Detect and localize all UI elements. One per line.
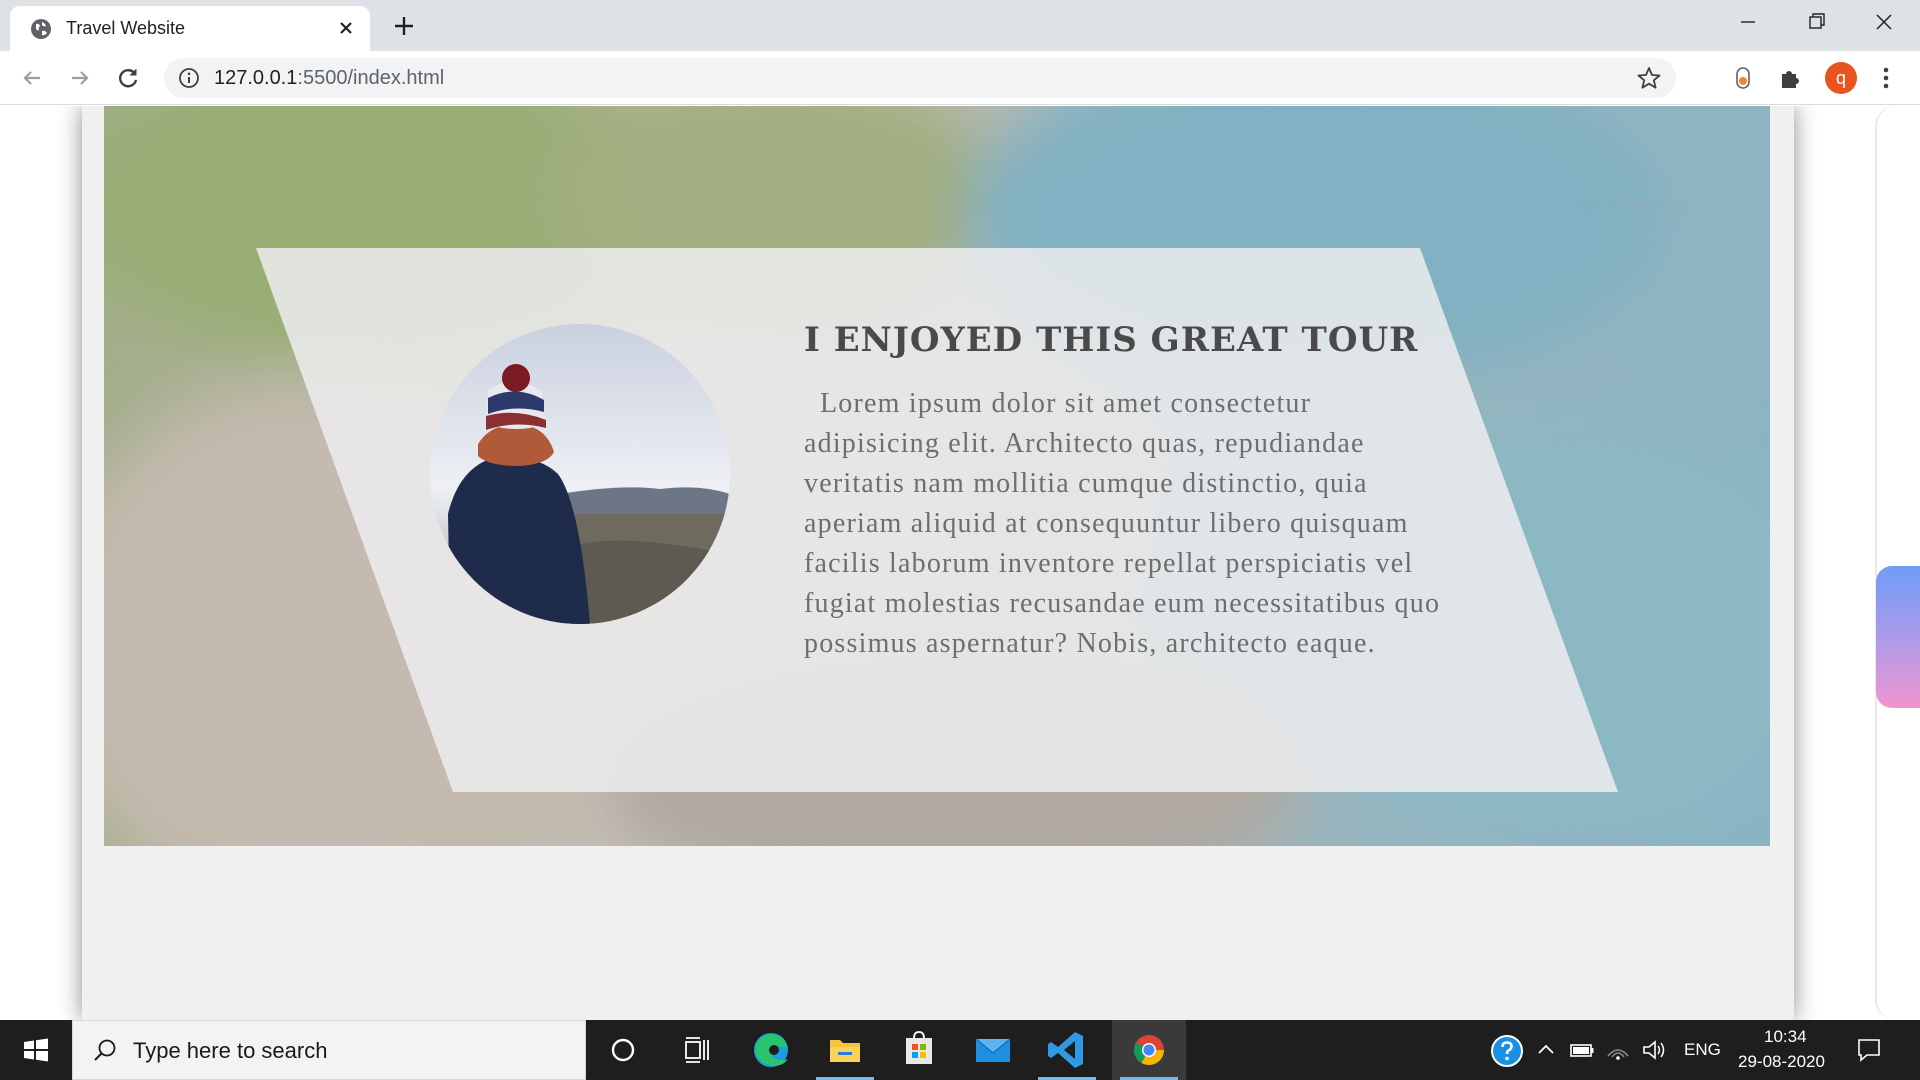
help-icon[interactable]: [1490, 1034, 1524, 1068]
clock-time[interactable]: 10:34: [1764, 1027, 1807, 1047]
strip-label: Full-screen Strip: [1574, 198, 1691, 215]
window-close-icon[interactable]: [1866, 8, 1902, 36]
scrollbar-rail: [1876, 106, 1920, 1020]
back-icon[interactable]: [18, 64, 46, 92]
tab-travel-website[interactable]: Travel Website: [10, 6, 370, 51]
windows-taskbar: Type here to search ENG 10:34 29-08-2020: [0, 1020, 1920, 1080]
file-explorer-button[interactable]: [808, 1020, 882, 1080]
reload-icon[interactable]: [114, 64, 142, 92]
testimonial-title: I ENJOYED THIS GREAT TOUR: [804, 320, 1419, 360]
forward-icon[interactable]: [66, 64, 94, 92]
clock-date[interactable]: 29-08-2020: [1738, 1052, 1825, 1072]
action-center-icon[interactable]: [1854, 1036, 1884, 1064]
task-view-icon[interactable]: [660, 1020, 734, 1080]
edge-icon[interactable]: [734, 1020, 808, 1080]
close-icon[interactable]: [334, 16, 358, 40]
windows-start-icon[interactable]: [0, 1020, 72, 1080]
chrome-icon: [1133, 1035, 1164, 1066]
volume-icon[interactable]: [1640, 1036, 1668, 1064]
puzzle-icon[interactable]: [1776, 63, 1806, 93]
tab-title: Travel Website: [66, 18, 186, 38]
new-tab-icon[interactable]: [390, 12, 418, 40]
extension-icon[interactable]: [1728, 63, 1758, 93]
browser-toolbar: 127.0.0.1:5500/index.html q: [0, 51, 1920, 105]
url-path: :5500/index.html: [297, 67, 445, 89]
url-host: 127.0.0.1: [214, 67, 298, 89]
chrome-button[interactable]: [1112, 1020, 1186, 1080]
kebab-menu-icon[interactable]: [1874, 63, 1898, 93]
traveler-photo: [430, 324, 730, 624]
mail-icon[interactable]: [956, 1020, 1030, 1080]
restore-icon[interactable]: [1798, 8, 1834, 36]
scrollbar-thumb[interactable]: [1876, 566, 1920, 708]
traveler-illustration: [430, 324, 730, 624]
language-indicator[interactable]: ENG: [1684, 1040, 1721, 1060]
battery-icon[interactable]: [1568, 1036, 1596, 1064]
testimonial-body: Lorem ipsum dolor sit amet consectetur a…: [804, 388, 1441, 659]
search-placeholder: Type here to search: [133, 1038, 328, 1063]
globe-icon: [31, 19, 51, 39]
minimize-icon[interactable]: [1730, 8, 1766, 36]
url-text: 127.0.0.1:5500/index.html: [214, 67, 444, 90]
address-bar[interactable]: 127.0.0.1:5500/index.html: [164, 58, 1676, 98]
profile-avatar[interactable]: q: [1825, 62, 1857, 94]
chevron-up-icon[interactable]: [1532, 1036, 1560, 1064]
folder-icon: [830, 1040, 860, 1062]
info-icon[interactable]: [178, 67, 200, 89]
page-viewport: Full-screen Strip I ENJOYED THIS GREAT T…: [0, 106, 1920, 1020]
tab-strip: Travel Website: [0, 0, 1920, 51]
cortana-icon[interactable]: [586, 1020, 660, 1080]
taskbar-search-box[interactable]: Type here to search: [72, 1020, 586, 1080]
search-icon: [94, 1039, 116, 1061]
vscode-icon: [1048, 1032, 1083, 1068]
wifi-icon[interactable]: [1604, 1036, 1632, 1064]
bookmark-star-icon[interactable]: [1636, 65, 1662, 91]
hero-background-image: Full-screen Strip I ENJOYED THIS GREAT T…: [104, 106, 1770, 846]
vscode-button[interactable]: [1030, 1020, 1104, 1080]
store-icon[interactable]: [882, 1020, 956, 1080]
